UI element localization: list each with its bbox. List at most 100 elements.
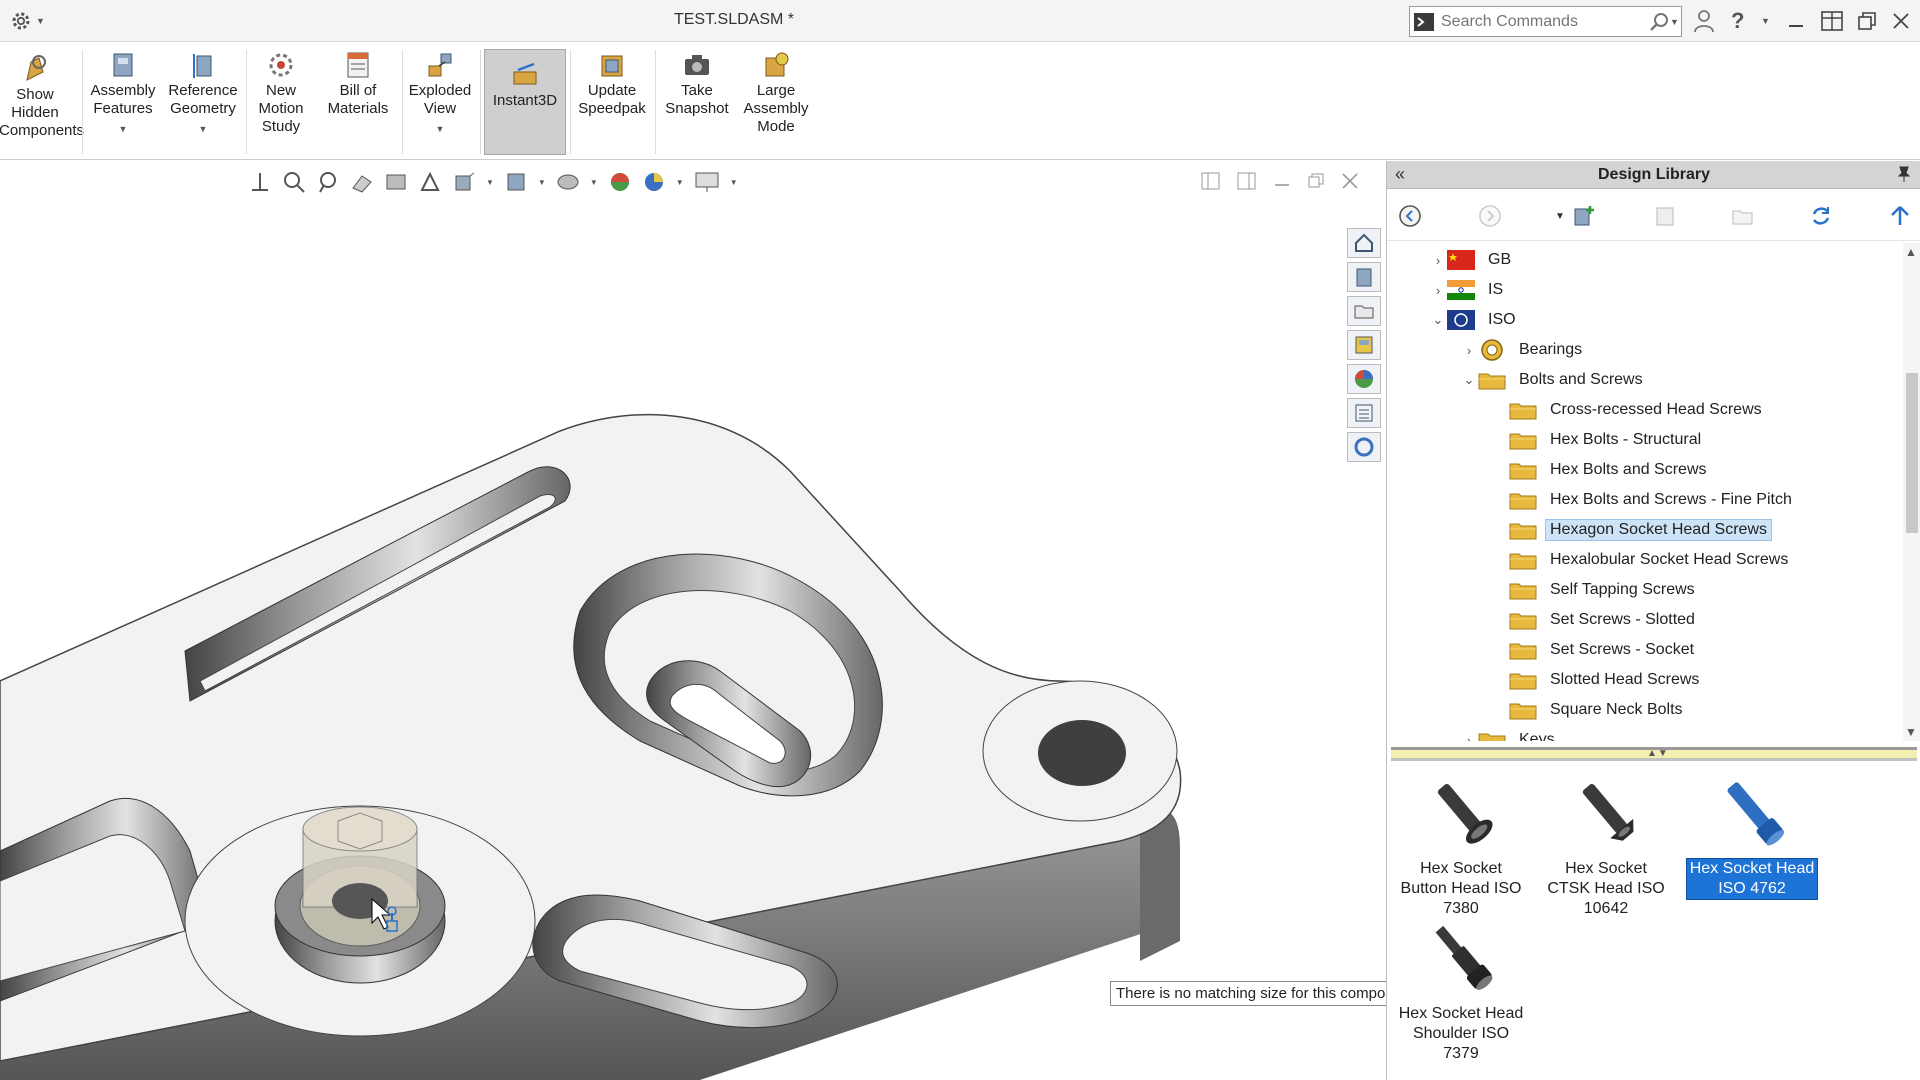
splitter-grip-icon[interactable]: ▲▼ <box>1647 748 1669 759</box>
file-explorer-tab[interactable] <box>1347 296 1381 326</box>
tree-item-gb[interactable]: › GB <box>1429 247 1516 273</box>
chevron-down-icon[interactable]: ▼ <box>1547 203 1573 229</box>
user-account-icon[interactable] <box>1694 8 1714 34</box>
show-hidden-components-button[interactable]: Show Hidden Components <box>0 50 84 140</box>
display-style-icon[interactable] <box>452 170 476 194</box>
graphics-area[interactable]: ▼ ▼ ▼ ▼ ▼ There is no matching size for … <box>0 161 1386 1080</box>
tree-item-bolts-and-screws[interactable]: ⌄ Bolts and Screws <box>1460 367 1648 393</box>
tree-item-folder[interactable]: Hex Bolts - Structural <box>1509 427 1706 453</box>
tree-item-bearings[interactable]: › Bearings <box>1460 337 1587 363</box>
forward-button[interactable] <box>1477 203 1503 229</box>
view-palette-tab[interactable] <box>1347 330 1381 360</box>
chevron-down-icon[interactable]: ▼ <box>119 120 128 138</box>
chevron-down-icon[interactable]: ▼ <box>1761 8 1770 34</box>
assembly-features-button[interactable]: Assembly Features ▼ <box>86 50 160 138</box>
expand-chevron-icon[interactable]: › <box>1460 733 1478 742</box>
tree-item-folder[interactable]: Hex Bolts and Screws - Fine Pitch <box>1509 487 1797 513</box>
appearances-tab[interactable] <box>1347 364 1381 394</box>
bill-of-materials-button[interactable]: Bill of Materials <box>318 50 398 118</box>
scroll-down-icon[interactable]: ▼ <box>1905 725 1917 739</box>
tree-item-folder[interactable]: Square Neck Bolts <box>1509 697 1688 723</box>
tree-item-iso[interactable]: ⌄ ISO <box>1429 307 1521 333</box>
tree-item-is[interactable]: › IS <box>1429 277 1508 303</box>
collapse-chevron-icon[interactable]: ⌄ <box>1460 372 1478 388</box>
tree-item-folder[interactable]: Cross-recessed Head Screws <box>1509 397 1767 423</box>
up-one-level-button[interactable] <box>1887 203 1913 229</box>
minimize-icon[interactable] <box>1272 171 1292 191</box>
tree-item-folder[interactable]: Set Screws - Socket <box>1509 637 1699 663</box>
hide-show-items-icon[interactable] <box>504 170 528 194</box>
add-to-library-button[interactable] <box>1571 203 1597 229</box>
collapse-chevron-icon[interactable]: ⌄ <box>1429 312 1447 328</box>
create-new-folder-button[interactable] <box>1730 203 1756 229</box>
expand-chevron-icon[interactable]: › <box>1460 343 1478 358</box>
chevron-down-icon[interactable]: ▼ <box>590 178 598 187</box>
component-thumbnail[interactable]: Hex Socket CTSK Head ISO 10642 <box>1541 773 1671 919</box>
back-arrow-icon <box>1399 205 1421 227</box>
exploded-view-button[interactable]: Exploded View ▼ <box>404 50 476 138</box>
restore-icon[interactable] <box>1858 8 1876 34</box>
solidworks-resources-tab[interactable] <box>1347 228 1381 258</box>
tile-windows-icon[interactable] <box>1821 8 1843 34</box>
view-settings-icon[interactable] <box>694 170 720 194</box>
chevron-down-icon[interactable]: ▼ <box>730 178 738 187</box>
dynamic-annotation-icon[interactable] <box>384 170 408 194</box>
add-file-location-button[interactable] <box>1652 203 1678 229</box>
realview-icon[interactable] <box>642 170 666 194</box>
solidworks-forum-tab[interactable] <box>1347 432 1381 462</box>
scrollbar-thumb[interactable] <box>1906 373 1918 533</box>
search-icon[interactable] <box>1648 12 1670 32</box>
panel-left-icon[interactable] <box>1200 171 1222 191</box>
close-icon[interactable] <box>1340 171 1360 191</box>
edit-appearance-icon[interactable] <box>556 170 580 194</box>
component-thumbnail[interactable]: Hex Socket Button Head ISO 7380 <box>1396 773 1526 919</box>
section-view-icon[interactable] <box>350 170 374 194</box>
previous-view-icon[interactable] <box>316 170 340 194</box>
take-snapshot-button[interactable]: Take Snapshot <box>658 50 736 118</box>
tree-item-folder[interactable]: Slotted Head Screws <box>1509 667 1704 693</box>
back-button[interactable] <box>1397 203 1423 229</box>
zoom-to-area-icon[interactable] <box>282 170 306 194</box>
new-motion-study-button[interactable]: New Motion Study <box>250 50 312 136</box>
chevron-down-icon[interactable]: ▼ <box>199 120 208 138</box>
tree-item-keys[interactable]: › Keys <box>1460 727 1560 741</box>
tree-item-folder[interactable]: Self Tapping Screws <box>1509 577 1700 603</box>
update-speedpak-button[interactable]: Update Speedpak <box>574 50 650 118</box>
pane-splitter[interactable]: ▲▼ <box>1391 747 1917 761</box>
component-thumbnail[interactable]: Hex Socket Head Shoulder ISO 7379 <box>1396 918 1526 1064</box>
refresh-button[interactable] <box>1808 203 1834 229</box>
tree-item-folder[interactable]: Hexalobular Socket Head Screws <box>1509 547 1793 573</box>
view-orientation-icon[interactable] <box>418 170 442 194</box>
folder-icon <box>1509 609 1537 631</box>
tree-item-folder[interactable]: Hex Bolts and Screws <box>1509 457 1712 483</box>
reference-geometry-button[interactable]: Reference Geometry ▼ <box>164 50 242 138</box>
tree-scrollbar[interactable]: ▲ ▼ <box>1903 243 1920 741</box>
tree-item-folder[interactable]: Set Screws - Slotted <box>1509 607 1700 633</box>
restore-icon[interactable] <box>1306 171 1326 191</box>
3d-part-model[interactable] <box>0 161 1386 1080</box>
close-icon[interactable] <box>1893 8 1909 34</box>
panel-right-icon[interactable] <box>1236 171 1258 191</box>
pin-icon[interactable] <box>1896 165 1912 183</box>
chevron-down-icon[interactable]: ▼ <box>486 178 494 187</box>
scroll-up-icon[interactable]: ▲ <box>1905 245 1917 259</box>
design-library-tab[interactable] <box>1347 262 1381 292</box>
minimize-icon[interactable] <box>1788 8 1804 34</box>
search-commands-box[interactable]: ▼ <box>1409 6 1682 37</box>
chevron-down-icon[interactable]: ▼ <box>676 178 684 187</box>
instant3d-button[interactable]: Instant3D <box>484 49 566 155</box>
apply-scene-icon[interactable] <box>608 170 632 194</box>
search-input[interactable] <box>1435 12 1648 31</box>
help-icon[interactable]: ? <box>1731 8 1744 34</box>
chevron-down-icon[interactable]: ▼ <box>436 120 445 138</box>
expand-chevron-icon[interactable]: › <box>1429 283 1447 298</box>
zoom-to-fit-icon[interactable] <box>248 170 272 194</box>
chevron-down-icon[interactable]: ▼ <box>538 178 546 187</box>
tree-item-folder-selected[interactable]: Hexagon Socket Head Screws <box>1509 517 1772 543</box>
component-thumbnail-selected[interactable]: Hex Socket Head ISO 4762 <box>1686 773 1818 900</box>
large-assembly-mode-button[interactable]: Large Assembly Mode <box>738 50 814 136</box>
ribbon-label: Bill of Materials <box>327 82 389 117</box>
chevron-down-icon[interactable]: ▼ <box>1670 17 1681 27</box>
expand-chevron-icon[interactable]: › <box>1429 253 1447 268</box>
custom-properties-tab[interactable] <box>1347 398 1381 428</box>
